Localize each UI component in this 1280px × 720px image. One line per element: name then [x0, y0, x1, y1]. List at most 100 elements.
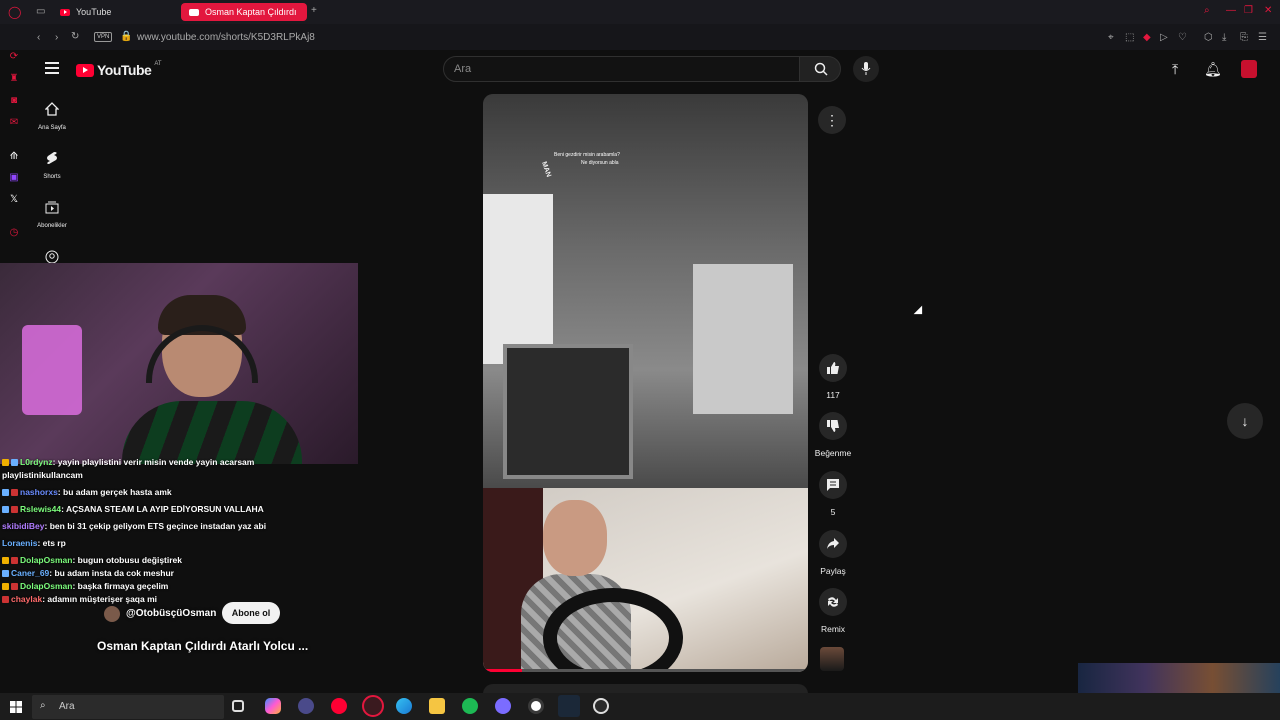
- more-options-button[interactable]: ⋮: [818, 106, 846, 134]
- streamer-webcam: [0, 263, 358, 464]
- like-button[interactable]: 117: [812, 354, 854, 400]
- back-icon[interactable]: ‹: [37, 33, 40, 43]
- voice-search-button[interactable]: [853, 56, 879, 82]
- extension-shield-icon[interactable]: ◆: [1143, 33, 1151, 43]
- edge-icon[interactable]: [396, 698, 412, 714]
- twitch-icon[interactable]: ▣: [8, 172, 20, 184]
- maximize-icon[interactable]: ❐: [1244, 6, 1253, 16]
- tab-label: YouTube: [76, 7, 112, 17]
- driver-webcam: [483, 488, 808, 672]
- windows-start-icon[interactable]: [10, 701, 22, 713]
- video-progress-bar[interactable]: [483, 669, 808, 672]
- youtube-app-icon[interactable]: [331, 698, 347, 714]
- sound-source-thumbnail[interactable]: [820, 647, 844, 671]
- x-icon[interactable]: 𝕏: [8, 194, 20, 206]
- chat-user: chaylak: [11, 594, 43, 604]
- youtube-favicon-icon: [60, 8, 70, 16]
- chat-text: adamın müşterişer şaqa mi: [47, 594, 158, 604]
- task-view-icon[interactable]: [232, 700, 244, 712]
- messenger-icon[interactable]: ◙: [8, 95, 20, 107]
- remix-button[interactable]: Remix: [812, 588, 854, 634]
- tab-short-active[interactable]: Osman Kaptan Çıldırdı: [181, 3, 307, 21]
- search-button[interactable]: [799, 56, 841, 82]
- youtube-logo[interactable]: YouTube AT: [76, 61, 162, 78]
- heart-icon[interactable]: ♡: [1178, 33, 1187, 43]
- truck-brand-label: MAN: [539, 160, 552, 179]
- notifications-bell-icon[interactable]: 🔔︎: [1204, 61, 1222, 78]
- chat-user: DolapOsman: [20, 555, 73, 565]
- channel-avatar[interactable]: [104, 606, 120, 622]
- snapshot-icon[interactable]: ⬚: [1125, 33, 1134, 43]
- tab-switcher-icon[interactable]: ▭: [36, 7, 45, 17]
- copilot-icon[interactable]: [265, 698, 281, 714]
- chat-message: Loraenis: ets rp: [2, 538, 66, 548]
- chat-message: L0rdynz: yayin playlistini verir misin v…: [2, 457, 255, 480]
- remix-icon: [828, 597, 838, 607]
- forward-icon[interactable]: ›: [55, 33, 58, 43]
- discord-icon[interactable]: [495, 698, 511, 714]
- short-title[interactable]: Osman Kaptan Çıldırdı Atarlı Yolcu ...: [97, 639, 308, 653]
- file-explorer-icon[interactable]: [429, 698, 445, 714]
- taskbar-search-placeholder: Ara: [59, 701, 75, 712]
- new-tab-icon[interactable]: +: [311, 6, 317, 16]
- vpn-badge[interactable]: VPN: [94, 32, 113, 42]
- chat-text: ets rp: [42, 538, 66, 548]
- game-subtitle: Ne diyorsun abla: [581, 160, 619, 166]
- obs-icon[interactable]: [593, 698, 609, 714]
- search-icon: [814, 62, 828, 76]
- history-icon[interactable]: ◷: [8, 227, 20, 239]
- download-icon[interactable]: ⤓: [1222, 33, 1226, 43]
- chat-message: skibidiBey: ben bi 31 çekip geliyom ETS …: [2, 521, 267, 531]
- streamer-figure: [122, 295, 302, 464]
- channel-name[interactable]: @OtobüsçüOsman: [126, 608, 216, 619]
- comment-icon: [827, 479, 839, 491]
- menu-icon[interactable]: ☰: [1258, 33, 1267, 43]
- chat-text: başka firmaya geçelim: [77, 581, 169, 591]
- comments-button[interactable]: 5: [812, 471, 854, 517]
- easy-setup-icon[interactable]: ⎘: [1240, 33, 1248, 43]
- subscribe-button[interactable]: Abone ol: [222, 602, 280, 624]
- mail-icon[interactable]: ✉: [8, 117, 20, 129]
- search-input[interactable]: [443, 56, 800, 82]
- tab-youtube[interactable]: YouTube: [52, 3, 180, 21]
- shop-icon[interactable]: ♜: [8, 73, 20, 85]
- reload-icon[interactable]: ↻: [71, 32, 79, 42]
- steam-icon[interactable]: [558, 695, 580, 717]
- chat-message: Rslewis44: AÇSANA STEAM LA AYIP EDİYORSU…: [2, 503, 292, 516]
- minimize-icon[interactable]: —: [1226, 6, 1236, 16]
- upload-icon[interactable]: ⤒: [1172, 61, 1178, 78]
- chat-user: DolapOsman: [20, 581, 73, 591]
- app-icon[interactable]: [298, 698, 314, 714]
- share-button[interactable]: Paylaş: [812, 530, 854, 576]
- chat-text: bugun otobusu değiştirek: [77, 555, 182, 565]
- extensions-icon[interactable]: ⬡: [1204, 33, 1213, 43]
- chat-text: AÇSANA STEAM LA AYIP EDİYORSUN VALLAHA: [66, 504, 264, 514]
- pin-icon[interactable]: ⌖: [1108, 33, 1114, 43]
- spotify-icon[interactable]: [462, 698, 478, 714]
- aria-ai-icon[interactable]: ⟰: [8, 151, 20, 163]
- bottle-image: [22, 325, 82, 415]
- account-avatar[interactable]: [1241, 60, 1257, 78]
- nav-label: Ana Sayfa: [38, 125, 66, 131]
- hamburger-menu-icon[interactable]: [45, 62, 59, 74]
- player-icon[interactable]: ▷: [1160, 33, 1168, 43]
- close-window-icon[interactable]: ✕: [1264, 6, 1272, 16]
- region-code: AT: [154, 61, 162, 67]
- url-field[interactable]: www.youtube.com/shorts/K5D3RLPkAj8: [137, 32, 315, 43]
- game-subtitle: Beni gezdirir misin arabamla?: [554, 152, 620, 158]
- short-video-player[interactable]: MAN Beni gezdirir misin arabamla? Ne diy…: [483, 94, 808, 672]
- game-footage: MAN Beni gezdirir misin arabamla? Ne diy…: [483, 94, 808, 488]
- wordpress-icon[interactable]: [528, 698, 544, 714]
- aria-icon[interactable]: ⟳: [8, 51, 20, 63]
- thumbs-up-icon: [827, 362, 839, 374]
- opera-gx-icon[interactable]: [362, 695, 384, 717]
- nav-shorts[interactable]: Shorts: [32, 151, 72, 180]
- chat-user: Loraenis: [2, 538, 38, 548]
- search-tabs-icon[interactable]: ⌕: [1204, 6, 1210, 16]
- nav-subscriptions[interactable]: Abonelikler: [32, 200, 72, 229]
- next-short-button[interactable]: ↓: [1227, 403, 1263, 439]
- nav-home[interactable]: Ana Sayfa: [32, 102, 72, 131]
- search-icon: ⌕: [40, 700, 46, 711]
- dislike-button[interactable]: Beğenme: [812, 412, 854, 458]
- tab-label: Osman Kaptan Çıldırdı: [205, 7, 297, 17]
